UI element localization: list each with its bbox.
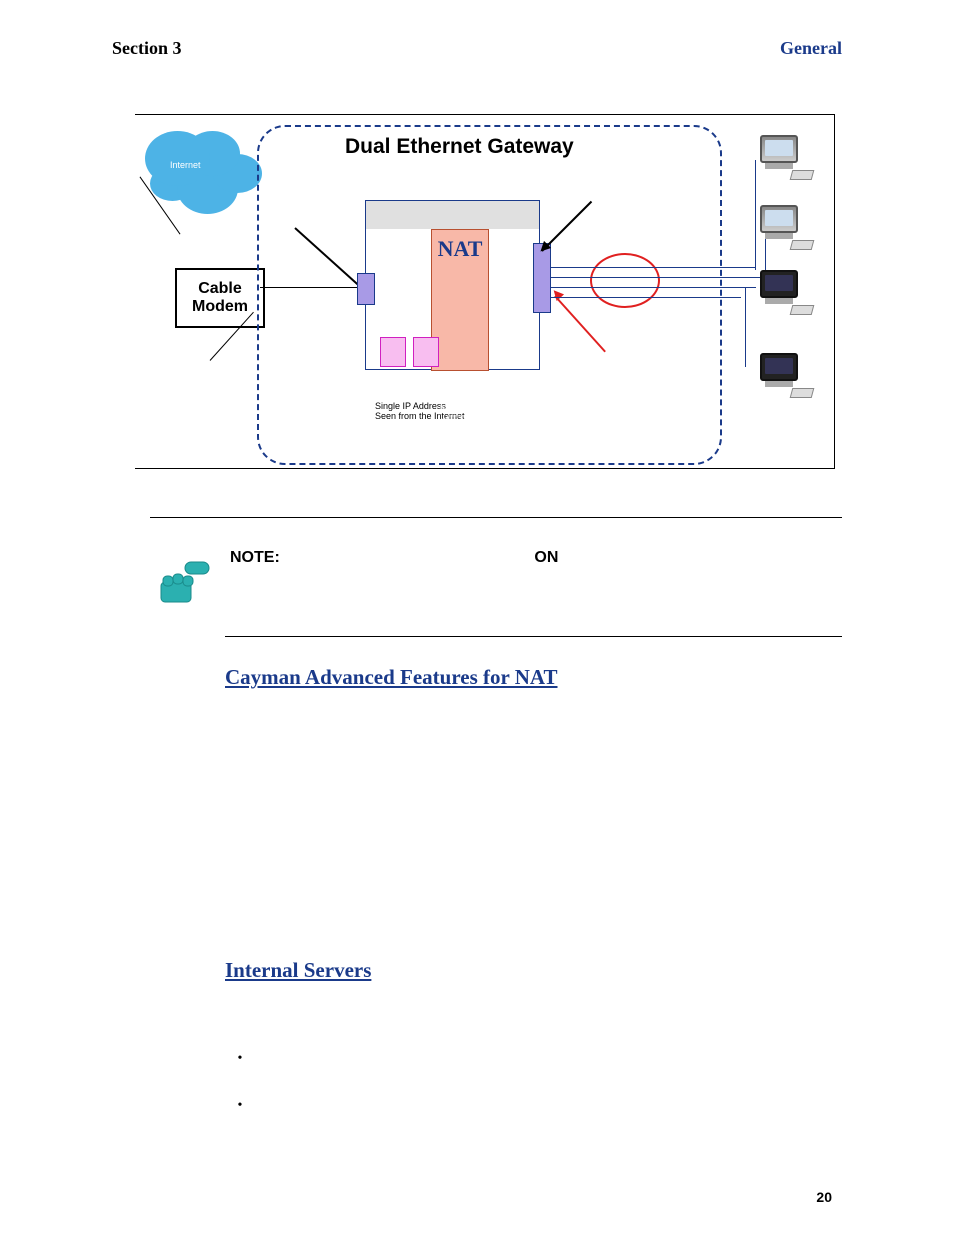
- lan-line: [551, 287, 756, 288]
- computer-icon: [755, 205, 815, 250]
- network-diagram: Internet CableModem 10Base-T Dual Ethern…: [135, 114, 835, 469]
- bullet-text-1: Direct traffic to specific hosts/compute…: [259, 1048, 837, 1072]
- advanced-para-2: Cayman Gateways provide special pinhole …: [225, 845, 839, 891]
- lan-line: [551, 277, 766, 278]
- bullet-icon: •: [225, 1048, 255, 1069]
- note-text-1c: .: [558, 549, 562, 566]
- internal-servers-heading: Internal Servers: [225, 958, 371, 983]
- wan-port-icon: [357, 273, 375, 305]
- lan-line: [551, 267, 756, 268]
- cable-modem-box: CableModem: [175, 268, 265, 328]
- footer-source-text: Downloaded from www.Manualslib.com manua…: [112, 1191, 449, 1205]
- advanced-para-1: Using the NAT facility provides effectiv…: [225, 704, 839, 774]
- arrow-icon: [542, 200, 597, 255]
- admin-services-label: [390, 402, 393, 412]
- note-label: NOTE:: [230, 549, 280, 566]
- internet-cloud-icon: Internet: [135, 121, 255, 216]
- cable-modem-label: CableModem: [192, 280, 248, 315]
- highlight-circle-icon: [590, 253, 660, 308]
- page-header: Section 3 General: [112, 38, 842, 59]
- embedded-lan-label: EmbeddedLAN EthernetHub: [565, 170, 619, 200]
- internal-servers-intro: Related to the pinhole configuration rul…: [225, 997, 839, 1043]
- embedded-wan-label: EmbeddedWAN EthernetInterface: [285, 175, 342, 205]
- lan-line: [551, 297, 741, 298]
- nat-label: NAT: [438, 236, 483, 262]
- cloud-label: Internet: [170, 161, 201, 171]
- bullet-item-2: • Eliminate conflicts with embedded admi…: [225, 1095, 839, 1119]
- note-text-2: Cayman uses Port Address Translation (PA…: [319, 573, 762, 590]
- note-text-1a: The default setting for NAT is: [324, 549, 534, 566]
- note-line-1: NOTE: The default setting for NAT is ON.: [230, 548, 839, 569]
- divider: [150, 517, 842, 518]
- bullet-item-1: • Direct traffic to specific hosts/compu…: [225, 1048, 839, 1072]
- note-line-3: NOTE:____ NAT facility.: [230, 596, 839, 617]
- header-category-label: General: [780, 38, 842, 59]
- nat-block: NAT: [431, 229, 489, 371]
- bullet-icon: •: [225, 1095, 255, 1116]
- note-text-3: NAT facility.: [319, 597, 402, 614]
- gateway-title: Dual Ethernet Gateway: [345, 135, 574, 159]
- note-line-2: NOTE:____ Cayman uses Port Address Trans…: [230, 572, 839, 593]
- service-block-icon: [413, 337, 439, 367]
- pointing-hand-icon: [155, 548, 215, 608]
- computer-icon: [755, 353, 815, 398]
- note-text-1b: ON: [534, 549, 558, 566]
- advanced-features-heading: Cayman Advanced Features for NAT: [225, 665, 558, 690]
- header-section-label: Section 3: [112, 38, 182, 59]
- lan-line: [745, 287, 746, 367]
- page-number: 20: [816, 1189, 832, 1205]
- service-block-icon: [380, 337, 406, 367]
- router-top-bar: [366, 201, 539, 229]
- divider: [225, 636, 842, 637]
- hub-services-label: Multiple PC's assignedEmbedded Admin Ser…: [395, 395, 595, 425]
- computer-icon: [755, 270, 815, 315]
- bullet-text-2: Eliminate conflicts with embedded admini…: [259, 1095, 837, 1119]
- computer-icon: [755, 135, 815, 180]
